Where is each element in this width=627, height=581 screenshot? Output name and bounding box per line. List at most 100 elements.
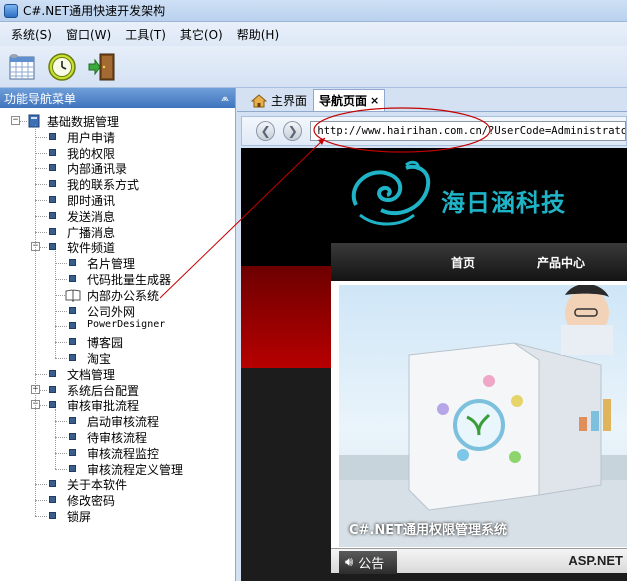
tree-node-label: 我的权限	[67, 146, 116, 161]
url-input[interactable]: http://www.hairihan.com.cn/?UserCode=Adm…	[310, 121, 627, 141]
brand-logo	[351, 160, 431, 226]
banner-caption: C#.NET通用权限管理系统	[349, 523, 507, 538]
pin-icon[interactable]: ⩕	[221, 93, 229, 104]
tree-guide-line	[35, 125, 36, 516]
tree-node-label: 内部办公系统	[87, 288, 160, 303]
site-nav-home[interactable]: 首页	[451, 254, 475, 271]
calendar-grid-icon[interactable]	[4, 49, 40, 85]
speaker-icon: 🔊︎	[345, 555, 354, 570]
tree-connector	[55, 263, 67, 265]
tree-connector	[35, 515, 47, 517]
forward-arrow-icon[interactable]: ❯	[283, 121, 303, 141]
tab-navigation-page[interactable]: 导航页面 ×	[313, 89, 386, 111]
web-view[interactable]: 海日涵科技 首页 产品中心 C#.NET通用权限管理系统 🔊︎ 公告 ASP.N…	[241, 148, 627, 581]
tree-connector	[55, 468, 67, 470]
node-icon	[69, 417, 76, 425]
clock-icon[interactable]	[44, 49, 80, 85]
tree-connector	[35, 215, 47, 217]
tree-node-label: 代码批量生成器	[87, 272, 172, 287]
menu-other[interactable]: 其它(O)	[173, 24, 230, 45]
tree-connector	[35, 484, 47, 486]
tree-node-label: 名片管理	[87, 257, 136, 272]
node-icon	[49, 211, 56, 219]
tree-connector	[35, 152, 47, 154]
tree-node-label: 文档管理	[67, 367, 116, 382]
tree-node-label: 审核流程定义管理	[87, 462, 184, 477]
tree-guide-line	[55, 409, 56, 469]
back-arrow-icon[interactable]: ❮	[256, 121, 276, 141]
menu-window[interactable]: 窗口(W)	[59, 24, 118, 45]
node-icon	[49, 496, 56, 504]
tree-node-label: PowerDesigner	[87, 319, 166, 331]
node-icon	[49, 195, 56, 203]
tree-connector	[55, 452, 67, 454]
node-icon	[49, 148, 56, 156]
tree-connector	[35, 199, 47, 201]
node-icon	[49, 511, 56, 519]
node-icon	[69, 353, 76, 361]
site-footer: 🔊︎ 公告 ASP.NET	[331, 548, 627, 574]
tab-main-label: 主界面	[271, 94, 308, 108]
tree-node-label: 修改密码	[67, 494, 116, 509]
node-icon	[69, 448, 76, 456]
tree-node-label: 广播消息	[67, 225, 116, 240]
menu-help[interactable]: 帮助(H)	[230, 24, 286, 45]
node-icon	[49, 243, 56, 251]
tree-node-label: 启动审核流程	[87, 415, 160, 430]
tree-connector	[35, 168, 47, 170]
tree-node-label: 关于本软件	[67, 478, 128, 493]
exit-door-icon[interactable]	[84, 49, 120, 85]
tree-connector	[35, 136, 47, 138]
red-band	[241, 266, 333, 368]
nav-tree: − 基础数据管理 用户申请 我的权限 内部通讯录 我的联系方式 即时通讯 发送消息 广播消息 − 软…	[0, 108, 235, 524]
node-icon	[69, 338, 76, 346]
content-area: 主界面 导航页面 × ❮ ❯ http://www.hairihan.com.c…	[237, 88, 627, 581]
tree-connector	[35, 500, 47, 502]
menu-tools[interactable]: 工具(T)	[118, 24, 173, 45]
notice-label: 公告	[358, 557, 385, 572]
node-icon	[69, 274, 76, 282]
toolbar	[0, 46, 627, 88]
node-icon	[49, 369, 56, 377]
brand-name: 海日涵科技	[441, 188, 566, 217]
tree-node-label: 内部通讯录	[67, 162, 128, 177]
tree-connector	[35, 373, 47, 375]
tree-connector	[55, 278, 67, 280]
node-icon	[49, 180, 56, 188]
node-icon	[69, 306, 76, 314]
tree-node-label: 发送消息	[67, 209, 116, 224]
tab-navigation-label: 导航页面	[319, 94, 368, 108]
tree-node-label: 我的联系方式	[67, 178, 140, 193]
banner-illustration	[339, 285, 627, 547]
browser-navbar: ❮ ❯ http://www.hairihan.com.cn/?UserCode…	[241, 116, 627, 146]
banner-image: C#.NET通用权限管理系统	[339, 285, 627, 547]
node-icon	[69, 464, 76, 472]
node-icon	[49, 227, 56, 235]
close-icon[interactable]: ×	[370, 94, 379, 107]
tree-node-label: 淘宝	[87, 351, 112, 366]
tree-connector	[55, 342, 67, 344]
site-nav: 首页 产品中心	[331, 243, 627, 281]
navigation-panel: 功能导航菜单 ⩕ − 基础数据管理 用户申请 我的权限 内部通讯录 我的联系方式 即时通讯发…	[0, 88, 236, 581]
tab-bar: 主界面 导航页面 ×	[237, 88, 627, 112]
open-book-icon	[65, 289, 81, 302]
footer-brand: ASP.NET	[568, 553, 623, 568]
tree-node-label: 审核审批流程	[67, 399, 140, 414]
collapse-icon[interactable]: −	[11, 116, 20, 125]
title-bar: C#.NET通用快速开发架构	[0, 0, 627, 22]
app-icon	[4, 3, 18, 18]
notice-tab[interactable]: 🔊︎ 公告	[339, 551, 397, 574]
tree-node-label: 审核流程监控	[87, 446, 160, 461]
tree-node-label: 锁屏	[67, 509, 92, 524]
node-icon	[49, 401, 56, 409]
tree-connector	[55, 310, 67, 312]
node-icon	[49, 385, 56, 393]
tree-node-label: 待审核流程	[87, 430, 148, 445]
node-icon	[49, 480, 56, 488]
tree-node-label: 博客园	[87, 336, 124, 351]
menu-system[interactable]: 系统(S)	[4, 24, 59, 45]
tab-main[interactable]: 主界面	[245, 89, 313, 111]
tree-node-label: 基础数据管理	[47, 115, 120, 129]
site-nav-products[interactable]: 产品中心	[537, 254, 585, 271]
tree-node-label: 软件频道	[67, 241, 116, 256]
